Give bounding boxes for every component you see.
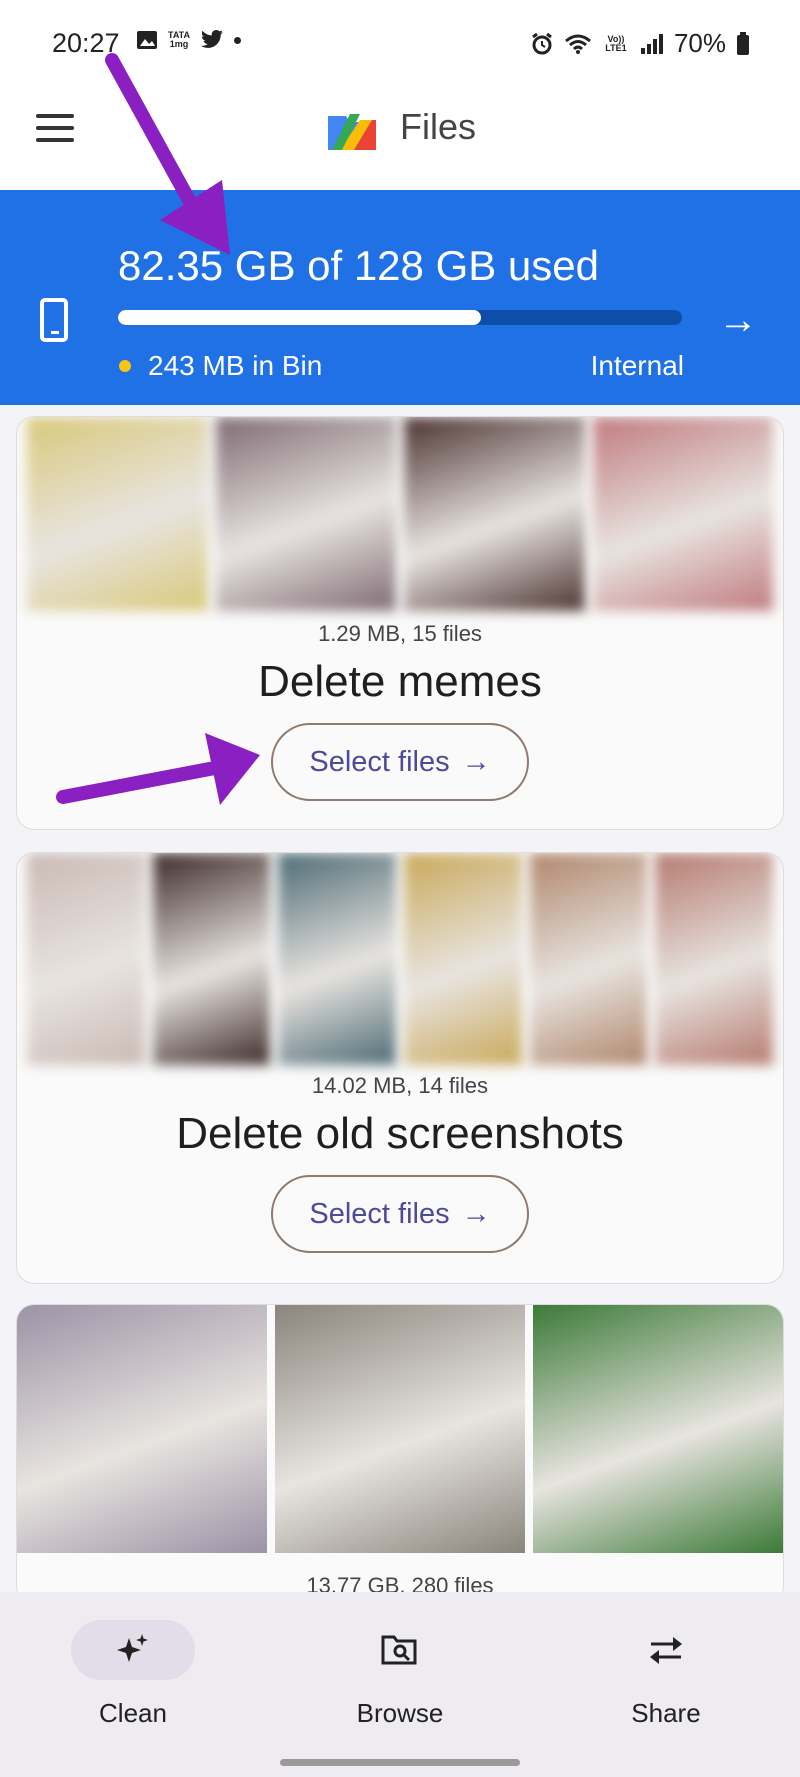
arrow-right-icon[interactable]: → [718, 298, 758, 343]
storage-used-text: 82.35 GB of 128 GB used [118, 242, 599, 289]
app-title: Files [400, 106, 477, 147]
folder-search-icon [381, 1635, 417, 1665]
nav-label: Share [631, 1698, 701, 1728]
volte-icon: Vo)) LTE1 [605, 33, 627, 53]
thumbnail-image [529, 853, 648, 1065]
signal-icon [640, 33, 663, 54]
nav-pill-active [71, 1620, 195, 1680]
card-thumbnails [17, 417, 783, 611]
gallery-icon [137, 31, 157, 49]
clean-card-large-files: 13.77 GB, 280 files [16, 1304, 784, 1604]
status-time: 20:27 [52, 28, 120, 58]
storage-location-label: Internal [590, 350, 684, 381]
storage-banner[interactable]: 82.35 GB of 128 GB used 243 MB in Bin In… [0, 190, 800, 405]
thumbnail-image [27, 417, 208, 611]
nav-item-share[interactable]: Share [586, 1620, 746, 1729]
card-title: Delete memes [258, 657, 542, 706]
card-meta: 14.02 MB, 14 files [311, 1073, 489, 1098]
select-files-button[interactable]: Select files → [271, 1175, 529, 1253]
bin-size-text: 243 MB in Bin [148, 350, 323, 381]
clean-card-screenshots: 14.02 MB, 14 files Delete old screenshot… [16, 852, 784, 1284]
tata-1mg-icon: TATA 1mg [168, 30, 190, 49]
arrow-right-icon: → [461, 745, 491, 778]
twitter-icon [201, 30, 223, 48]
nav-label: Clean [99, 1698, 167, 1728]
phone-icon [40, 298, 68, 342]
card-title: Delete old screenshots [176, 1109, 624, 1158]
hamburger-menu-icon[interactable] [36, 114, 74, 144]
select-files-button[interactable]: Select files → [271, 723, 529, 801]
swap-arrows-icon [650, 1637, 682, 1664]
app-bar: Files [0, 90, 800, 190]
files-logo-icon [328, 114, 376, 150]
status-left-icons: TATA 1mg [136, 30, 241, 50]
sparkle-icon [117, 1634, 148, 1662]
nav-pill [604, 1620, 728, 1680]
thumbnail-image [27, 853, 145, 1065]
thumbnail-image [275, 1305, 525, 1553]
thumbnail-image [17, 1305, 267, 1553]
select-files-label: Select files [309, 745, 450, 778]
thumbnail-image [533, 1305, 783, 1553]
storage-progress-bar [118, 310, 682, 325]
nav-label: Browse [356, 1698, 444, 1728]
bin-dot-icon [119, 360, 131, 372]
wifi-icon [564, 34, 591, 54]
nav-item-browse[interactable]: Browse [320, 1620, 480, 1729]
nav-pill [338, 1620, 462, 1680]
status-bar: 20:27 TATA 1mg Vo)) LTE1 70% [0, 0, 800, 90]
thumbnail-image [592, 417, 773, 611]
card-thumbnails [17, 853, 783, 1065]
storage-progress-fill [118, 310, 481, 325]
gesture-bar [280, 1759, 520, 1766]
thumbnail-image [404, 417, 585, 611]
nav-item-clean[interactable]: Clean [53, 1620, 213, 1729]
thumbnail-image [655, 853, 774, 1065]
card-meta: 1.29 MB, 15 files [318, 621, 482, 646]
status-right-icons: Vo)) LTE1 70% [530, 28, 750, 59]
thumbnail-image [152, 853, 271, 1065]
thumbnail-image [404, 853, 522, 1065]
thumbnail-image [215, 417, 396, 611]
thumbnail-image [278, 853, 397, 1065]
card-thumbnails [17, 1305, 783, 1553]
dot-icon [234, 36, 241, 44]
alarm-icon [532, 32, 552, 54]
bottom-navigation: Clean Browse Share [0, 1592, 800, 1777]
battery-icon [737, 31, 749, 55]
battery-percent: 70% [673, 28, 726, 58]
arrow-right-icon: → [461, 1197, 491, 1230]
clean-card-memes: 1.29 MB, 15 files Delete memes Select fi… [16, 416, 784, 830]
select-files-label: Select files [309, 1197, 450, 1230]
